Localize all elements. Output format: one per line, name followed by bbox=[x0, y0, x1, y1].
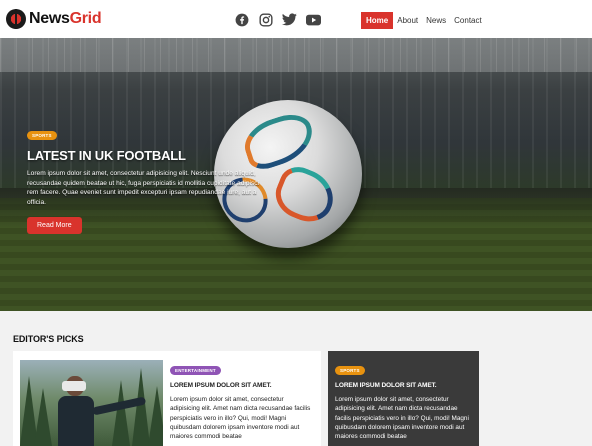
vr-user-thumbnail[interactable] bbox=[20, 360, 163, 446]
vr-headset bbox=[62, 381, 86, 391]
top-bar: NewsGrid Home About News Contact bbox=[0, 0, 592, 38]
card-text: Lorem ipsum dolor sit amet, consectetur … bbox=[335, 396, 469, 441]
entertainment-badge[interactable]: ENTERTAINMENT bbox=[170, 366, 221, 375]
nav-about[interactable]: About bbox=[393, 12, 422, 29]
stadium-roof bbox=[0, 38, 592, 72]
globe-logo-icon bbox=[6, 9, 26, 29]
main-nav: Home About News Contact bbox=[361, 12, 486, 29]
editor-pick-card[interactable]: ENTERTAINMENT LOREM IPSUM DOLOR SIT AMET… bbox=[13, 351, 321, 446]
person-body bbox=[58, 396, 94, 446]
nav-home[interactable]: Home bbox=[361, 12, 394, 29]
editor-pick-card-dark[interactable]: SPORTS LOREM IPSUM DOLOR SIT AMET. Lorem… bbox=[328, 351, 479, 446]
hero-banner: SPORTS LATEST IN UK FOOTBALL Lorem ipsum… bbox=[0, 38, 592, 311]
social-links bbox=[234, 12, 321, 27]
brand-name-part2: Grid bbox=[69, 10, 102, 27]
tree-shape bbox=[112, 380, 130, 446]
twitter-icon[interactable] bbox=[282, 12, 297, 27]
tree-shape bbox=[132, 368, 150, 446]
card-body: ENTERTAINMENT LOREM IPSUM DOLOR SIT AMET… bbox=[170, 359, 315, 441]
instagram-icon[interactable] bbox=[258, 12, 273, 27]
card-title[interactable]: LOREM IPSUM DOLOR SIT AMET. bbox=[170, 382, 315, 389]
nav-contact[interactable]: Contact bbox=[450, 12, 486, 29]
ball-panel bbox=[268, 160, 342, 230]
youtube-icon[interactable] bbox=[306, 12, 321, 27]
card-body: SPORTS LOREM IPSUM DOLOR SIT AMET. Lorem… bbox=[335, 359, 475, 441]
brand-name-part1: News bbox=[29, 10, 70, 27]
facebook-icon[interactable] bbox=[234, 12, 249, 27]
tree-shape bbox=[148, 386, 163, 446]
hero-content: SPORTS LATEST IN UK FOOTBALL Lorem ipsum… bbox=[27, 124, 267, 234]
sports-badge[interactable]: SPORTS bbox=[335, 366, 365, 375]
hero-category-badge[interactable]: SPORTS bbox=[27, 131, 57, 140]
editors-picks-title: EDITOR'S PICKS bbox=[13, 334, 84, 344]
hero-text: Lorem ipsum dolor sit amet, consectetur … bbox=[27, 170, 260, 207]
brand-logo[interactable]: NewsGrid bbox=[6, 9, 102, 29]
tree-shape bbox=[20, 376, 38, 446]
card-text: Lorem ipsum dolor sit amet, consectetur … bbox=[170, 396, 311, 441]
card-title[interactable]: LOREM IPSUM DOLOR SIT AMET. bbox=[335, 382, 475, 389]
hero-title: LATEST IN UK FOOTBALL bbox=[27, 148, 186, 163]
read-more-button[interactable]: Read More bbox=[27, 216, 82, 234]
tree-shape bbox=[34, 388, 52, 446]
vr-person bbox=[56, 372, 147, 446]
nav-news[interactable]: News bbox=[422, 12, 450, 29]
brand-name: NewsGrid bbox=[29, 10, 102, 28]
